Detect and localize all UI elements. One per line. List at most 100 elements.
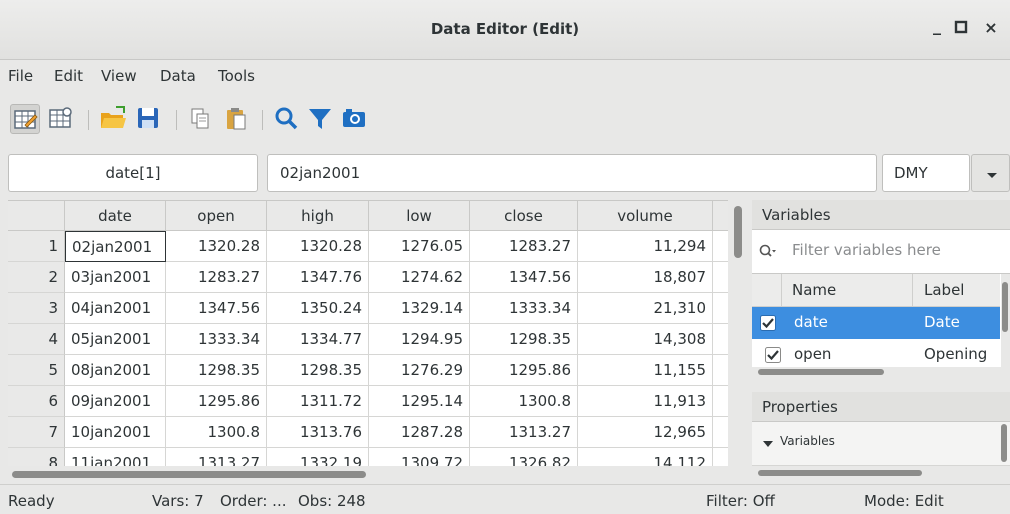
cell-high[interactable]: 1347.76 xyxy=(267,262,369,293)
maximize-button[interactable] xyxy=(950,19,972,41)
cell-low[interactable]: 1274.62 xyxy=(369,262,470,293)
filter-button[interactable] xyxy=(306,104,336,134)
edit-mode-button[interactable] xyxy=(10,104,40,134)
cell-open[interactable]: 1283.27 xyxy=(166,262,267,293)
format-box[interactable]: DMY xyxy=(882,154,970,192)
menu-data[interactable]: Data xyxy=(160,67,196,85)
cell-date[interactable]: 05jan2001 xyxy=(65,324,166,355)
menu-edit[interactable]: Edit xyxy=(54,67,83,85)
checkbox-checked-icon[interactable] xyxy=(765,347,781,363)
cell-date[interactable]: 09jan2001 xyxy=(65,386,166,417)
cell-date[interactable]: 03jan2001 xyxy=(65,262,166,293)
cell-volume[interactable]: 14,308 xyxy=(578,324,713,355)
row-number[interactable]: 3 xyxy=(8,293,65,324)
cell-date[interactable]: 10jan2001 xyxy=(65,417,166,448)
cell-open[interactable]: 1313.27 xyxy=(166,448,267,466)
cell-high[interactable]: 1298.35 xyxy=(267,355,369,386)
name-column-header[interactable]: Name xyxy=(792,281,836,299)
cell-date[interactable]: 11jan2001 xyxy=(65,448,166,466)
column-header-open[interactable]: open xyxy=(166,201,267,231)
cell-volume[interactable]: 11,294 xyxy=(578,231,713,262)
cell-value-field[interactable]: 02jan2001 xyxy=(267,154,877,192)
scroll-thumb[interactable] xyxy=(758,470,922,476)
cell-close[interactable]: 1326.82 xyxy=(470,448,578,466)
cell-volume[interactable]: 14,112 xyxy=(578,448,713,466)
cell-high[interactable]: 1334.77 xyxy=(267,324,369,355)
row-number[interactable]: 8 xyxy=(8,448,65,466)
snapshot-button[interactable] xyxy=(340,104,370,134)
cell-low[interactable]: 1295.14 xyxy=(369,386,470,417)
open-button[interactable] xyxy=(98,104,128,134)
row-number[interactable]: 2 xyxy=(8,262,65,293)
variables-vertical-scrollbar[interactable] xyxy=(1001,274,1010,376)
cell-high[interactable]: 1350.24 xyxy=(267,293,369,324)
variables-horizontal-scrollbar[interactable] xyxy=(752,367,1010,379)
variable-filter-field[interactable]: Filter variables here xyxy=(752,230,1010,274)
cell-low[interactable]: 1294.95 xyxy=(369,324,470,355)
format-dropdown-button[interactable] xyxy=(971,154,1010,192)
minimize-button[interactable]: _ xyxy=(926,16,948,38)
cell-volume[interactable]: 11,913 xyxy=(578,386,713,417)
column-header-volume[interactable]: volume xyxy=(578,201,713,231)
variable-row-date[interactable]: date Date xyxy=(752,307,1000,339)
cell-reference-box[interactable]: date[1] xyxy=(8,154,258,192)
cell-close[interactable]: 1283.27 xyxy=(470,231,578,262)
cell-open[interactable]: 1298.35 xyxy=(166,355,267,386)
cell-close[interactable]: 1347.56 xyxy=(470,262,578,293)
browse-mode-button[interactable] xyxy=(46,104,76,134)
save-button[interactable] xyxy=(134,104,164,134)
paste-button[interactable] xyxy=(222,104,252,134)
cell-low[interactable]: 1329.14 xyxy=(369,293,470,324)
cell-open[interactable]: 1295.86 xyxy=(166,386,267,417)
scroll-thumb[interactable] xyxy=(12,471,366,478)
cell-low[interactable]: 1276.29 xyxy=(369,355,470,386)
cell-open[interactable]: 1300.8 xyxy=(166,417,267,448)
menu-file[interactable]: File xyxy=(8,67,33,85)
menu-view[interactable]: View xyxy=(101,67,137,85)
expand-arrow-icon[interactable] xyxy=(762,438,774,450)
scroll-thumb[interactable] xyxy=(734,206,742,258)
close-button[interactable]: × xyxy=(980,18,1002,40)
scroll-thumb[interactable] xyxy=(1001,424,1007,462)
cell-close[interactable]: 1300.8 xyxy=(470,386,578,417)
cell-volume[interactable]: 21,310 xyxy=(578,293,713,324)
cell-open[interactable]: 1333.34 xyxy=(166,324,267,355)
row-number[interactable]: 4 xyxy=(8,324,65,355)
column-header-date[interactable]: date xyxy=(65,201,166,231)
scroll-thumb[interactable] xyxy=(1002,282,1008,332)
grid-vertical-scrollbar[interactable] xyxy=(728,200,748,466)
column-header-low[interactable]: low xyxy=(369,201,470,231)
cell-high[interactable]: 1313.76 xyxy=(267,417,369,448)
cell-close[interactable]: 1313.27 xyxy=(470,417,578,448)
row-number[interactable]: 6 xyxy=(8,386,65,417)
cell-close[interactable]: 1295.86 xyxy=(470,355,578,386)
row-number[interactable]: 5 xyxy=(8,355,65,386)
copy-button[interactable] xyxy=(186,104,216,134)
cell-open[interactable]: 1347.56 xyxy=(166,293,267,324)
grid-horizontal-scrollbar[interactable] xyxy=(8,466,748,482)
cell-high[interactable]: 1320.28 xyxy=(267,231,369,262)
label-column-header[interactable]: Label xyxy=(924,281,964,299)
cell-open[interactable]: 1320.28 xyxy=(166,231,267,262)
cell-low[interactable]: 1276.05 xyxy=(369,231,470,262)
cell-close[interactable]: 1298.35 xyxy=(470,324,578,355)
cell-high[interactable]: 1311.72 xyxy=(267,386,369,417)
scroll-thumb[interactable] xyxy=(758,369,884,375)
cell-volume[interactable]: 12,965 xyxy=(578,417,713,448)
cell-close[interactable]: 1333.34 xyxy=(470,293,578,324)
column-header-high[interactable]: high xyxy=(267,201,369,231)
cell-date[interactable]: 08jan2001 xyxy=(65,355,166,386)
cell-volume[interactable]: 18,807 xyxy=(578,262,713,293)
cell-low[interactable]: 1309.72 xyxy=(369,448,470,466)
column-header-close[interactable]: close xyxy=(470,201,578,231)
cell-volume[interactable]: 11,155 xyxy=(578,355,713,386)
cell-date[interactable]: 02jan2001 xyxy=(65,231,166,262)
menu-tools[interactable]: Tools xyxy=(218,67,255,85)
row-number[interactable]: 7 xyxy=(8,417,65,448)
row-number[interactable]: 1 xyxy=(8,231,65,262)
cell-high[interactable]: 1332.19 xyxy=(267,448,369,466)
properties-group-variables[interactable]: Variables xyxy=(752,422,1010,466)
corner-header[interactable] xyxy=(8,201,65,231)
cell-date[interactable]: 04jan2001 xyxy=(65,293,166,324)
cell-low[interactable]: 1287.28 xyxy=(369,417,470,448)
